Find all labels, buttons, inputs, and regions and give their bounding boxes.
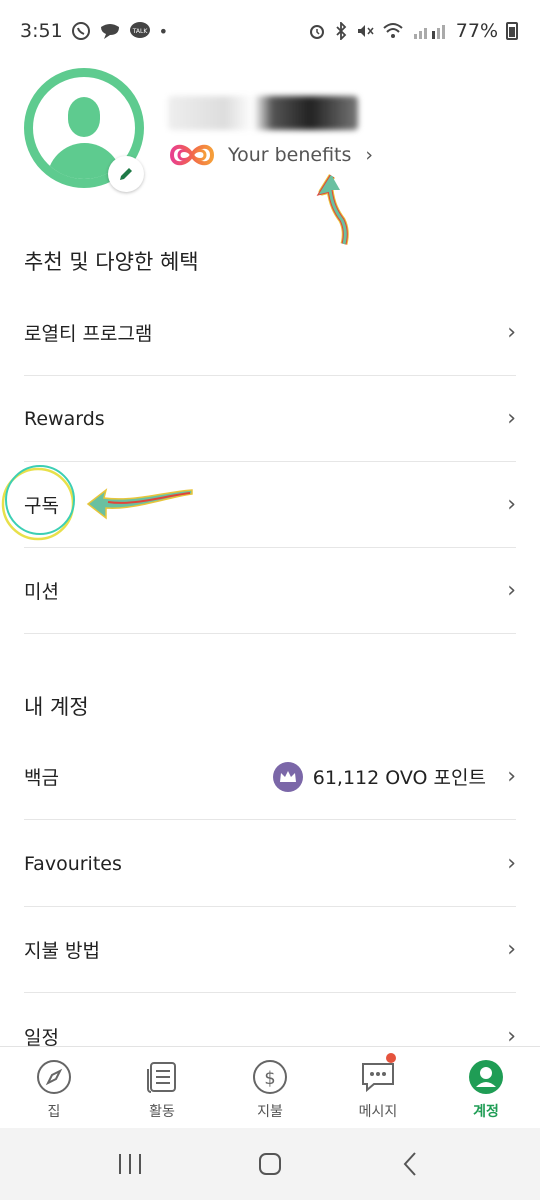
account-icon xyxy=(469,1060,503,1094)
system-nav-bar xyxy=(0,1128,540,1200)
chevron-right-icon: › xyxy=(507,320,516,345)
chevron-right-icon: › xyxy=(507,406,516,431)
bottom-nav: 집 활동 $ 지불 메시지 계정 xyxy=(0,1046,540,1128)
avatar-head xyxy=(68,97,100,137)
chat-icon xyxy=(100,24,119,39)
notification-dot xyxy=(386,1053,396,1063)
receipt-icon xyxy=(147,1062,176,1093)
recent-apps-icon xyxy=(119,1154,141,1174)
menu-item-platinum[interactable]: 백금 61,112 OVO 포인트 › xyxy=(24,734,516,820)
dollar-icon: $ xyxy=(253,1060,287,1094)
whatsapp-icon xyxy=(71,22,90,40)
back-button[interactable] xyxy=(380,1144,440,1184)
chevron-right-icon: › xyxy=(507,492,516,517)
menu-item-subscription[interactable]: 구독 › xyxy=(24,462,516,548)
mute-icon xyxy=(357,25,374,37)
nav-label: 지불 xyxy=(257,1104,283,1120)
svg-text:TALK: TALK xyxy=(131,28,148,35)
nav-payment[interactable]: $ 지불 xyxy=(216,1047,324,1128)
menu-item-label: 미션 xyxy=(24,581,59,603)
nav-label: 활동 xyxy=(149,1104,175,1120)
wifi-icon xyxy=(383,23,403,38)
chevron-right-icon: › xyxy=(507,1023,516,1049)
pencil-icon xyxy=(120,168,132,180)
status-left: 3:51 TALK • xyxy=(20,20,168,42)
nav-home[interactable]: 집 xyxy=(0,1047,108,1128)
redaction-blur xyxy=(168,96,358,130)
section-title-account: 내 계정 xyxy=(24,695,89,719)
signal-icon xyxy=(413,25,445,39)
clock: 3:51 xyxy=(20,20,63,42)
battery-icon xyxy=(506,22,518,40)
status-bar: 3:51 TALK • 77% xyxy=(0,0,540,62)
menu-item-label: 로열티 프로그램 xyxy=(24,323,153,345)
menu-item-favourites[interactable]: Favourites › xyxy=(24,821,516,907)
menu-item-payment-methods[interactable]: 지불 방법 › xyxy=(24,907,516,993)
menu-item-label: Favourites xyxy=(24,852,122,875)
bluetooth-icon xyxy=(336,22,347,40)
infinity-benefits-icon xyxy=(169,144,215,166)
chevron-right-icon: › xyxy=(507,578,516,603)
menu-item-missions[interactable]: 미션 › xyxy=(24,548,516,634)
message-icon xyxy=(362,1063,394,1093)
chevron-right-icon: › xyxy=(507,937,516,962)
status-right: 77% xyxy=(308,20,518,42)
profile-header: Your benefits › xyxy=(0,62,540,212)
user-name-redacted xyxy=(168,96,358,136)
nav-label: 계정 xyxy=(473,1104,499,1120)
nav-label: 메시지 xyxy=(358,1104,398,1120)
menu-item-rewards[interactable]: Rewards › xyxy=(24,376,516,462)
menu-item-label: 지불 방법 xyxy=(24,940,100,962)
benefits-label: Your benefits xyxy=(228,144,352,166)
back-icon xyxy=(403,1152,416,1176)
chevron-right-icon: › xyxy=(507,764,516,789)
edit-profile-button[interactable] xyxy=(108,156,144,192)
dot-icon: • xyxy=(158,21,169,41)
talk-icon: TALK xyxy=(129,22,150,38)
battery-percent: 77% xyxy=(455,20,498,42)
chevron-right-icon: › xyxy=(365,144,374,166)
menu-item-label: 구독 xyxy=(24,495,59,517)
recent-apps-button[interactable] xyxy=(100,1144,160,1184)
home-button[interactable] xyxy=(240,1144,300,1184)
nav-messages[interactable]: 메시지 xyxy=(324,1047,432,1128)
menu-item-loyalty[interactable]: 로열티 프로그램 › xyxy=(24,290,516,376)
alarm-icon xyxy=(309,25,324,39)
points-value: 61,112 OVO 포인트 xyxy=(312,767,486,789)
home-icon xyxy=(259,1153,281,1175)
compass-icon xyxy=(37,1060,71,1094)
nav-account[interactable]: 계정 xyxy=(432,1047,540,1128)
chevron-right-icon: › xyxy=(507,851,516,876)
svg-text:$: $ xyxy=(264,1068,275,1089)
section-title-recommended: 추천 및 다양한 혜택 xyxy=(24,250,199,274)
points-summary: 61,112 OVO 포인트 › xyxy=(272,761,516,792)
your-benefits-link[interactable]: Your benefits › xyxy=(168,140,373,170)
menu-item-label: Rewards xyxy=(24,407,105,430)
nav-label: 집 xyxy=(47,1104,61,1120)
crown-icon xyxy=(272,761,303,792)
nav-activity[interactable]: 활동 xyxy=(108,1047,216,1128)
avatar[interactable] xyxy=(24,68,144,192)
menu-item-label: 백금 xyxy=(24,767,59,789)
